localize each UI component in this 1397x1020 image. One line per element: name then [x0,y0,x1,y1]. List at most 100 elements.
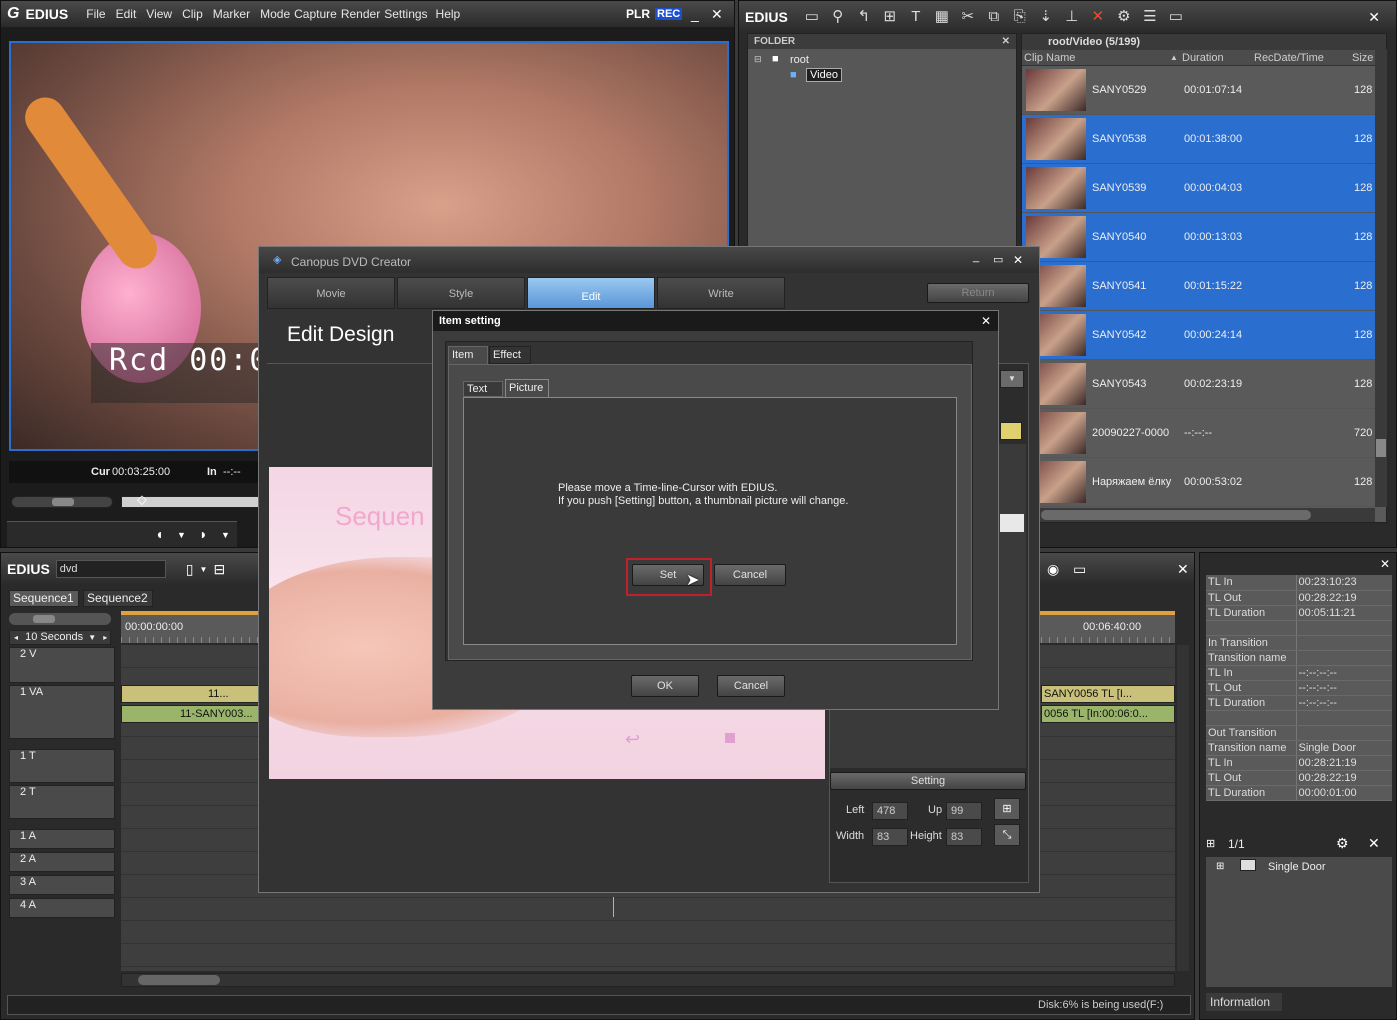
menu-edit[interactable]: Edit [116,7,137,21]
monitor-icon[interactable] [1000,422,1022,440]
track-4a[interactable]: 4 A [9,898,115,918]
video-folder[interactable]: Video [806,68,842,82]
clip-row[interactable]: SANY0538 00:01:38:00 128 [1022,115,1386,164]
col-clip-name[interactable]: Clip Name [1024,50,1075,66]
menu-marker[interactable]: Marker [213,7,250,21]
bin-close-icon[interactable]: ✕ [1368,9,1380,26]
mark-out-dropdown-icon[interactable]: ▼ [221,530,230,540]
menu-settings[interactable]: Settings [384,7,427,21]
folder-icon[interactable]: ▭ [802,7,822,27]
clip-row[interactable]: SANY0540 00:00:13:03 128 [1022,213,1386,262]
track-2v[interactable]: 2 V [9,647,115,683]
return-button[interactable]: Return [927,283,1029,303]
col-recdate[interactable]: RecDate/Time [1254,50,1324,66]
track-1a[interactable]: 1 A [9,829,115,849]
track-3a[interactable]: 3 A [9,875,115,895]
rec-label[interactable]: REC [655,8,683,20]
view-icon[interactable]: ☰ [1140,7,1160,27]
return-arrow-icon[interactable]: ↩ [625,729,640,750]
zoom-slider[interactable] [9,613,111,625]
effect-checkbox[interactable]: ⊞ [1216,861,1224,872]
ok-button[interactable]: OK [631,675,699,697]
clip-audio-b[interactable]: 0056 TL [In:00:06:0... [1041,705,1175,723]
color-bars-icon[interactable]: ▦ [932,7,952,27]
new-sequence-dropdown-icon[interactable]: ▼ [200,565,208,574]
copy-icon[interactable]: ⧉ [984,7,1004,27]
clip-list-hscroll-thumb[interactable] [1041,510,1311,520]
clip-row[interactable]: SANY0542 00:00:24:14 128 [1022,311,1386,360]
zoom-slider-handle[interactable] [33,615,55,623]
new-sequence-icon[interactable]: ▯ [186,561,194,578]
dvd-close-icon[interactable]: ✕ [1013,253,1023,267]
subtab-picture[interactable]: Picture [505,379,549,397]
mark-out-icon[interactable]: ◗ [199,526,207,542]
shuttle-handle[interactable] [52,498,74,506]
col-duration[interactable]: Duration [1182,50,1224,66]
grid-icon[interactable]: ⊞ [994,798,1020,820]
effect-delete-icon[interactable]: ✕ [1368,835,1380,852]
up-folder-icon[interactable]: ↰ [854,7,874,27]
effect-add-icon[interactable]: ⊞ [1206,837,1215,850]
minimize-icon[interactable]: _ [691,6,699,22]
tree-toggle-icon[interactable]: ⊟ [754,54,762,65]
add-clip-icon[interactable]: ⊞ [880,7,900,27]
clip-list-scrollbar[interactable] [1375,49,1387,507]
clip-list-hscroll[interactable] [1021,508,1375,522]
title-icon[interactable]: T [906,7,926,27]
mark-in-icon[interactable]: ◖ [155,526,163,542]
menu-help[interactable]: Help [436,7,461,21]
track-2t[interactable]: 2 T [9,785,115,819]
timeline-cursor[interactable] [613,897,614,917]
mark-in-dropdown-icon[interactable]: ▼ [177,530,186,540]
clip-list-scroll-thumb[interactable] [1376,439,1386,457]
menu-capture[interactable]: Capture [294,7,337,21]
menu-view[interactable]: View [146,7,172,21]
sequence-tab-2[interactable]: Sequence2 [83,590,153,607]
sequence-tab-1[interactable]: Sequence1 [9,590,79,607]
project-name[interactable]: dvd [55,560,166,578]
col-size[interactable]: Size [1352,50,1373,66]
timeline-hscroll-thumb[interactable] [138,975,220,985]
scale-left-icon[interactable]: ◂ [14,633,18,642]
dialog-close-icon[interactable]: ✕ [981,314,991,328]
tab-style[interactable]: Style [397,277,525,309]
info-tab[interactable]: Information [1206,993,1282,1011]
dvd-minimize-icon[interactable]: _ [973,251,979,263]
up-field[interactable]: 99 [946,802,982,820]
timeline-vscroll[interactable] [1177,645,1189,971]
tab-item[interactable]: Item [448,346,488,364]
bin-menu-icon[interactable]: ▭ [1166,7,1186,27]
clip-video-a[interactable]: 11... [121,685,259,703]
dvd-maximize-icon[interactable]: ▭ [993,253,1003,266]
menu-clip[interactable]: Clip [182,7,203,21]
plr-label[interactable]: PLR [626,7,650,21]
clip-row[interactable]: SANY0543 00:02:23:19 128 [1022,360,1386,409]
clip-row[interactable]: Наряжаем ёлку 00:00:53:02 128 [1022,458,1386,507]
properties-icon[interactable]: ⚙ [1114,7,1134,27]
send-to-player-icon[interactable]: ⇣ [1036,7,1056,27]
timeline-mode-icon[interactable]: ▭ [1073,561,1086,578]
track-2a[interactable]: 2 A [9,852,115,872]
clip-row[interactable]: 20090227-0000 --:--:-- 720 [1022,409,1386,458]
tab-effect[interactable]: Effect [489,346,531,364]
clip-row[interactable]: SANY0539 00:00:04:03 128 [1022,164,1386,213]
search-icon[interactable]: ⚲ [828,7,848,27]
tab-movie[interactable]: Movie [267,277,395,309]
root-folder[interactable]: root [790,54,809,66]
save-icon[interactable]: ⊟ [213,561,225,578]
clip-video-b[interactable]: SANY0056 TL [I... [1041,685,1175,703]
width-field[interactable]: 83 [872,828,908,846]
scale-selector[interactable]: ◂ 10 Seconds ▼ ▸ [9,630,111,645]
close-icon[interactable]: ✕ [711,6,723,23]
insert-to-timeline-icon[interactable]: ⊥ [1062,7,1082,27]
menu-mode[interactable]: Mode [260,7,290,21]
style-dropdown[interactable]: ▼ [1000,370,1024,388]
cancel-inner-button[interactable]: Cancel [714,564,786,586]
subtab-text[interactable]: Text [463,381,503,397]
clip-row[interactable]: SANY0529 00:01:07:14 128 [1022,66,1386,115]
tab-edit[interactable]: Edit [527,277,655,309]
effect-settings-icon[interactable]: ⚙ [1336,835,1349,852]
playhead-icon[interactable]: ⬦ [137,491,147,508]
clip-row[interactable]: SANY0541 00:01:15:22 128 [1022,262,1386,311]
cut-icon[interactable]: ✂ [958,7,978,27]
